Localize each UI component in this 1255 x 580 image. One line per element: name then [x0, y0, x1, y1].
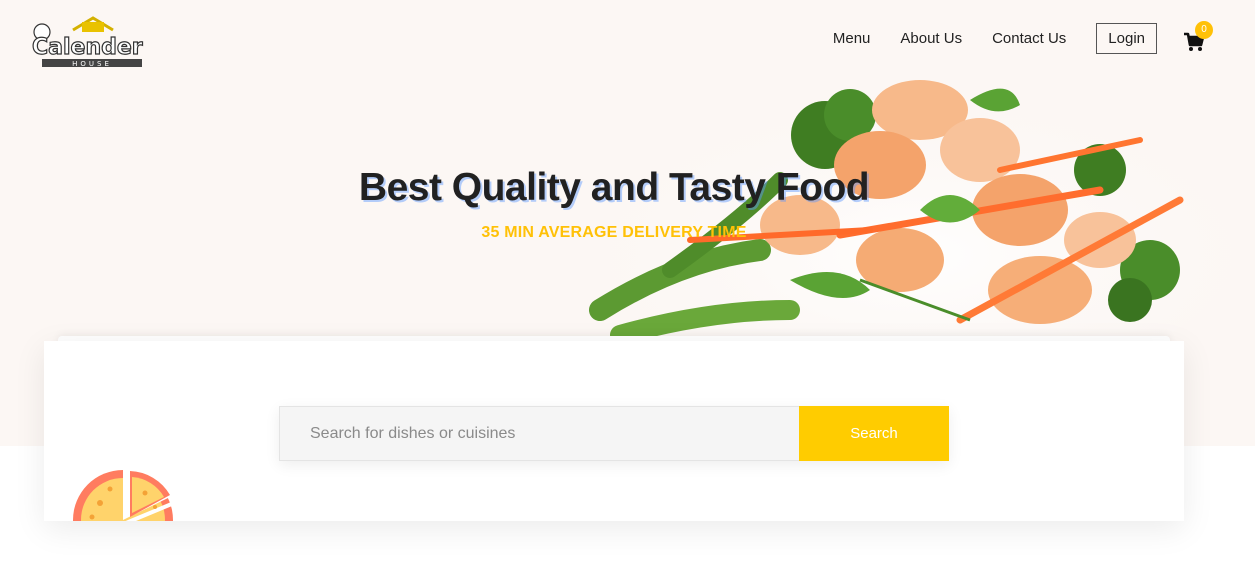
search-input[interactable]: [279, 406, 799, 461]
logo[interactable]: Calender HOUSE: [28, 16, 158, 76]
main-nav: Menu About Us Contact Us Login 0: [833, 21, 1213, 54]
search-form: Search: [279, 406, 949, 461]
hero-subtitle: 35 MIN AVERAGE DELIVERY TIME: [481, 224, 747, 241]
search-button[interactable]: Search: [799, 406, 949, 461]
login-button[interactable]: Login: [1096, 22, 1157, 54]
nav-menu-link[interactable]: Menu: [833, 30, 871, 47]
search-card: Search: [44, 341, 1184, 521]
nav-about-link[interactable]: About Us: [900, 30, 962, 47]
pizza-icon: [73, 467, 175, 521]
cart-button[interactable]: 0: [1183, 21, 1213, 53]
hero-food-image: [589, 80, 1240, 360]
logo-subtext: HOUSE: [72, 60, 112, 68]
hero-title: Best Quality and Tasty Food: [358, 166, 870, 209]
cart-count-badge: 0: [1195, 21, 1213, 39]
nav-contact-link[interactable]: Contact Us: [992, 30, 1066, 47]
logo-text: Calender: [32, 35, 143, 60]
